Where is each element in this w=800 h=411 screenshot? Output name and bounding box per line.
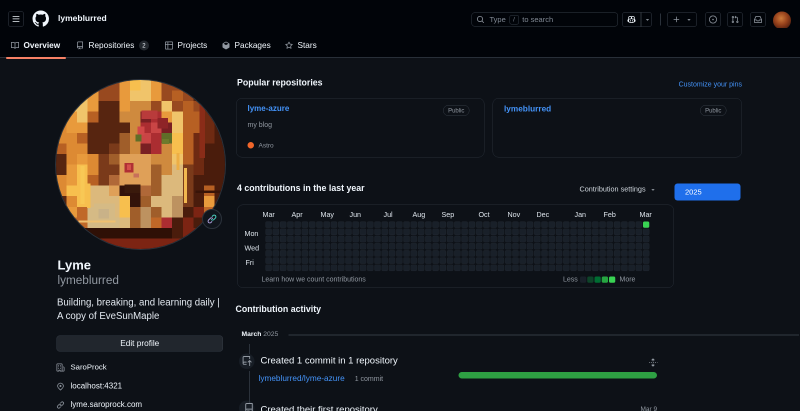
svg-text:Feb: Feb [604,211,616,219]
svg-text:Sep: Sep [442,211,455,219]
svg-text:Learn how we count contributio: Learn how we count contributions [262,277,367,284]
svg-text:Dec: Dec [537,211,550,219]
svg-text:Jan: Jan [575,211,587,219]
svg-text:Less: Less [563,277,578,284]
svg-text:Mon: Mon [245,230,259,238]
svg-text:Apr: Apr [292,211,304,219]
svg-text:Fri: Fri [246,259,255,267]
svg-text:Mar: Mar [640,211,653,219]
svg-text:Mar: Mar [263,211,276,219]
svg-text:Wed: Wed [245,245,260,253]
svg-text:More: More [620,277,636,284]
svg-text:Aug: Aug [413,211,426,219]
svg-text:Nov: Nov [508,211,521,219]
svg-text:Jul: Jul [384,211,394,219]
svg-text:May: May [321,211,335,219]
svg-text:Jun: Jun [350,211,362,219]
svg-text:Oct: Oct [479,211,490,219]
